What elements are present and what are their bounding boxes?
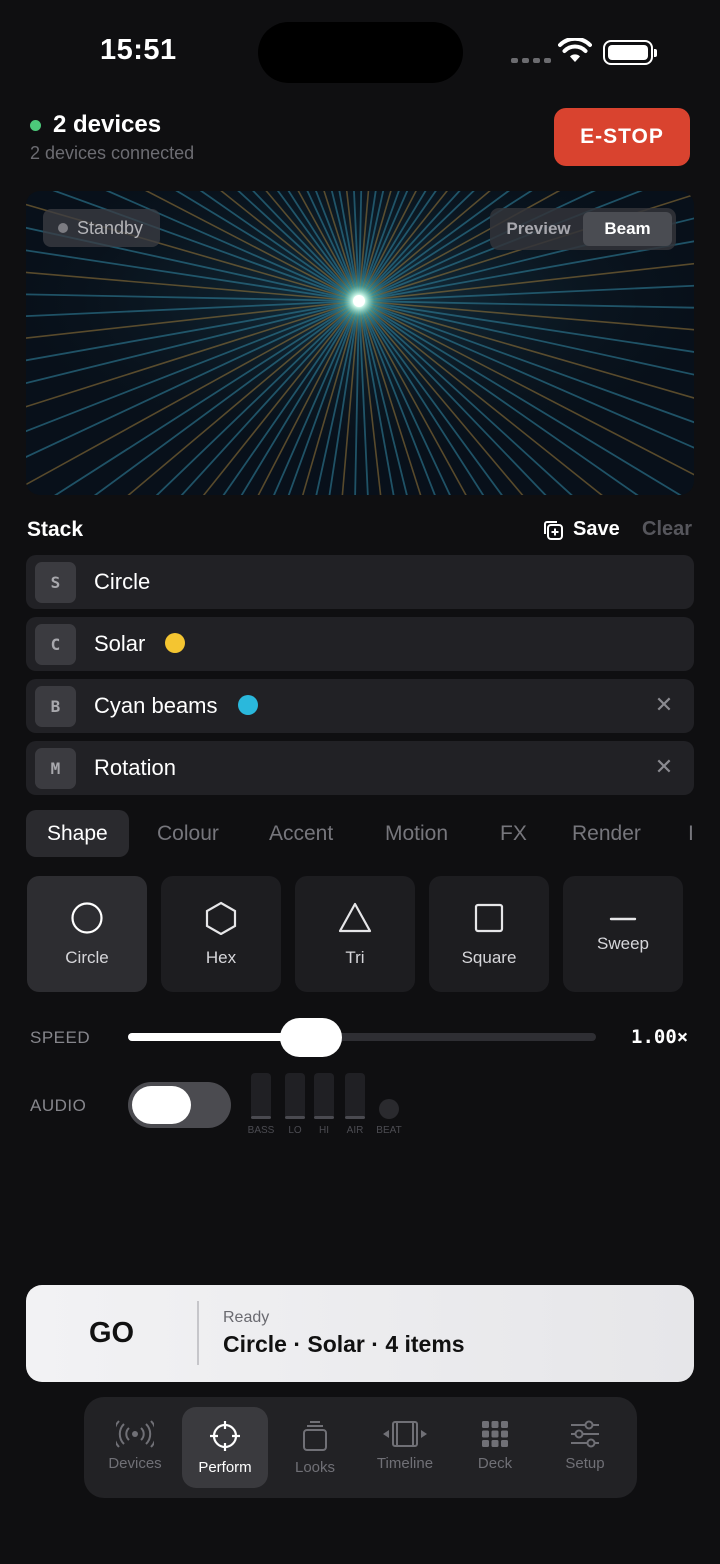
tab-fx[interactable]: FX	[500, 810, 527, 857]
speed-value: 1.00×	[631, 1026, 689, 1048]
devices-subtitle: 2 devices connected	[30, 143, 195, 163]
audio-toggle[interactable]	[128, 1082, 231, 1128]
stack-item-motion[interactable]: M Rotation ✕	[26, 741, 694, 795]
shape-circle-button[interactable]: Circle	[27, 876, 147, 992]
tab-render[interactable]: Render	[572, 810, 641, 857]
stack-item-colour[interactable]: C Solar	[26, 617, 694, 671]
estop-button[interactable]: E-STOP	[554, 108, 690, 166]
tab-label: Setup	[565, 1455, 605, 1472]
status-time: 15:51	[100, 34, 177, 66]
shape-label: Circle	[65, 948, 109, 967]
beat-label: BEAT	[376, 1125, 402, 1136]
devices-title[interactable]: 2 devices	[53, 111, 161, 139]
shape-tri-button[interactable]: Tri	[295, 876, 415, 992]
tab-deck[interactable]: Deck	[452, 1407, 538, 1488]
save-button[interactable]: Save	[542, 518, 620, 541]
battery-icon	[603, 40, 657, 65]
dynamic-island	[258, 22, 463, 83]
tab-perform[interactable]: Perform	[182, 1407, 268, 1488]
tab-label: Devices	[108, 1455, 162, 1472]
stack-item-badge: M	[35, 748, 76, 789]
go-button[interactable]: GO	[26, 1285, 197, 1382]
stack-item-badge: C	[35, 624, 76, 665]
speed-label: SPEED	[30, 1028, 91, 1047]
yellow-swatch-icon	[165, 633, 186, 653]
beat-indicator	[379, 1099, 399, 1119]
shape-square-button[interactable]: Square	[429, 876, 549, 992]
save-label: Save	[573, 518, 620, 540]
stack-item-label: Circle	[94, 569, 151, 594]
air-meter-label: AIR	[346, 1125, 364, 1136]
clear-button[interactable]: Clear	[642, 518, 692, 541]
remove-item-button[interactable]: ✕	[654, 693, 674, 717]
tab-motion[interactable]: Motion	[385, 810, 448, 857]
shape-label: Tri	[345, 948, 365, 967]
audio-toggle-knob	[132, 1086, 191, 1124]
stack-item-badge: S	[35, 562, 76, 603]
cellular-signal-icon	[511, 58, 551, 63]
stack-item-label: Rotation	[94, 755, 176, 780]
sliders-icon	[571, 1420, 599, 1448]
crosshair-icon	[210, 1421, 240, 1451]
lo-meter	[285, 1073, 305, 1119]
bottom-tab-bar: Devices Perform Looks Timeline Deck Setu…	[84, 1397, 637, 1498]
tab-colour[interactable]: Colour	[157, 810, 219, 857]
stack-item-badge: B	[35, 686, 76, 727]
go-summary: Circle · Solar · 4 items	[223, 1331, 465, 1357]
tab-devices[interactable]: Devices	[92, 1407, 178, 1488]
square-icon	[474, 903, 504, 933]
shape-label: Hex	[205, 948, 237, 967]
grid-icon	[482, 1421, 508, 1447]
stack-item-beams[interactable]: B Cyan beams ✕	[26, 679, 694, 733]
hexagon-icon	[205, 901, 237, 935]
beam-preview: Standby Preview Beam	[26, 191, 694, 495]
stack-item-label: Solar	[94, 631, 186, 657]
connection-status-dot	[30, 120, 41, 131]
tab-setup[interactable]: Setup	[542, 1407, 628, 1488]
tab-label: Perform	[198, 1459, 252, 1476]
tab-shape[interactable]: Shape	[26, 810, 129, 857]
hi-meter	[314, 1073, 334, 1119]
standby-label: Standby	[77, 217, 144, 238]
hi-meter-label: HI	[319, 1125, 329, 1136]
stack-title: Stack	[27, 518, 84, 541]
air-meter	[345, 1073, 365, 1119]
shape-sweep-button[interactable]: Sweep	[563, 876, 683, 992]
bass-meter	[251, 1073, 271, 1119]
audio-label: AUDIO	[30, 1096, 87, 1115]
stack-icon	[303, 1421, 327, 1451]
standby-badge: Standby	[43, 209, 161, 247]
save-copy-icon	[544, 520, 563, 540]
go-bar: GO Ready Circle · Solar · 4 items	[26, 1285, 694, 1382]
beam-mode-button[interactable]: Beam	[583, 212, 672, 246]
speed-slider-thumb[interactable]	[279, 1018, 342, 1057]
bass-meter-label: BASS	[247, 1125, 275, 1136]
shape-label: Square	[461, 948, 517, 967]
tab-timeline[interactable]: Timeline	[362, 1407, 448, 1488]
go-divider	[197, 1301, 199, 1365]
film-icon	[383, 1421, 427, 1447]
shape-hex-button[interactable]: Hex	[161, 876, 281, 992]
cyan-swatch-icon	[237, 695, 258, 715]
shape-label: Sweep	[597, 934, 649, 953]
wifi-icon	[558, 38, 592, 62]
circle-icon	[71, 902, 103, 934]
tab-looks[interactable]: Looks	[272, 1407, 358, 1488]
tab-label: Looks	[294, 1459, 336, 1476]
standby-dot-icon	[58, 223, 68, 233]
speed-slider-track[interactable]	[128, 1033, 596, 1041]
tab-more[interactable]: I	[688, 810, 694, 857]
stack-item-label: Cyan beams	[94, 693, 258, 719]
go-status: Ready	[223, 1309, 270, 1326]
triangle-icon	[338, 902, 372, 933]
remove-item-button[interactable]: ✕	[654, 755, 674, 779]
tab-accent[interactable]: Accent	[269, 810, 333, 857]
tab-label: Timeline	[376, 1455, 434, 1472]
tab-label: Deck	[477, 1455, 513, 1472]
broadcast-icon	[116, 1420, 154, 1448]
view-mode-toggle[interactable]: Preview Beam	[490, 208, 676, 250]
preview-mode-button[interactable]: Preview	[494, 212, 583, 246]
stack-item-shape[interactable]: S Circle	[26, 555, 694, 609]
